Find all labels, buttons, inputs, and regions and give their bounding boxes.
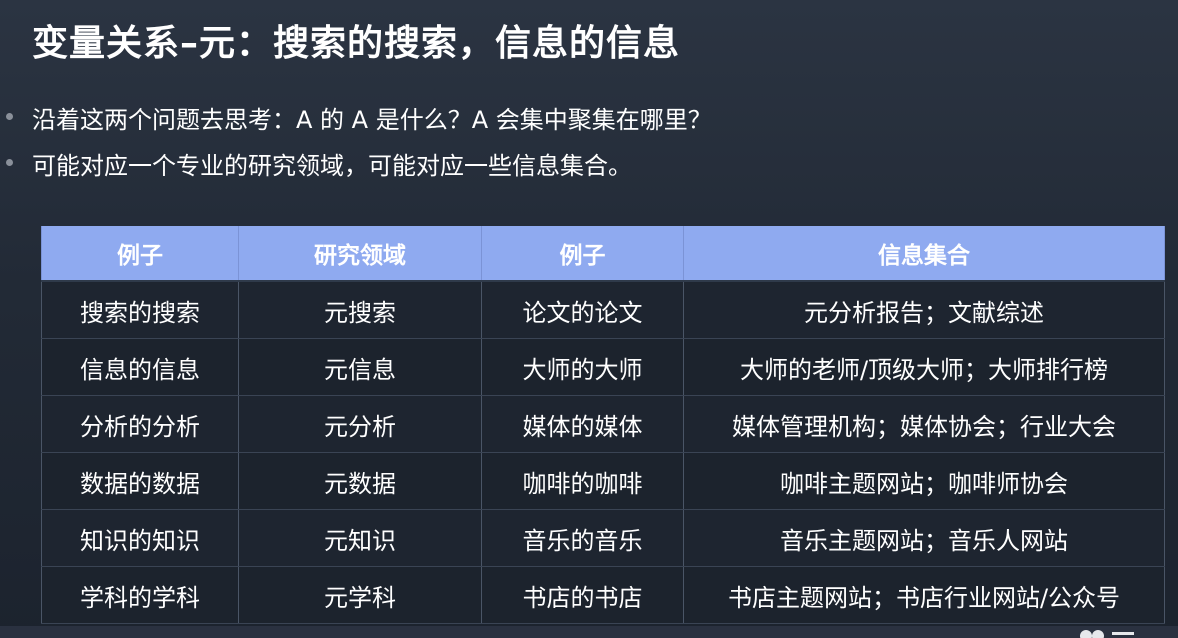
- table-row: 知识的知识 元知识 音乐的音乐 音乐主题网站；音乐人网站: [41, 509, 1165, 567]
- table-cell: 元数据: [238, 452, 482, 510]
- bullet-dot-icon: [6, 159, 13, 166]
- bullet-text: 沿着这两个问题去思考：A 的 A 是什么？A 会集中聚集在哪里？: [32, 106, 712, 134]
- bullet-text: 可能对应一个专业的研究领域，可能对应一些信息集合。: [32, 152, 632, 180]
- table-header-row: 例子 研究领域 例子 信息集合: [41, 226, 1165, 281]
- table-cell: 元搜索: [238, 280, 482, 339]
- table-cell: 元知识: [238, 509, 482, 567]
- table-cell: 音乐主题网站；音乐人网站: [683, 509, 1165, 567]
- header-example: 例子: [41, 226, 239, 281]
- table-cell: 书店的书店: [481, 566, 684, 624]
- table-cell: 知识的知识: [41, 509, 239, 567]
- header-research-field: 研究领域: [238, 226, 482, 281]
- table-cell: 咖啡主题网站；咖啡师协会: [683, 452, 1165, 510]
- examples-table: 例子 研究领域 例子 信息集合 搜索的搜索 元搜索 论文的论文 元分析报告；文献…: [41, 226, 1165, 624]
- table-cell: 大师的老师/顶级大师；大师排行榜: [683, 338, 1165, 396]
- table-cell: 元学科: [238, 566, 482, 624]
- table-cell: 搜索的搜索: [41, 280, 239, 339]
- table-cell: 学科的学科: [41, 566, 239, 624]
- table-cell: 分析的分析: [41, 395, 239, 453]
- bottom-strip: [0, 626, 1178, 638]
- slide-title: 变量关系–元：搜索的搜索，信息的信息: [32, 23, 681, 64]
- table-cell: 媒体管理机构；媒体协会；行业大会: [683, 395, 1165, 453]
- table-cell: 元分析: [238, 395, 482, 453]
- table-cell: 论文的论文: [481, 280, 684, 339]
- table-cell: 数据的数据: [41, 452, 239, 510]
- table-cell: 大师的大师: [481, 338, 684, 396]
- bullet-list: 沿着这两个问题去思考：A 的 A 是什么？A 会集中聚集在哪里？ 可能对应一个专…: [0, 100, 1178, 192]
- table-cell: 信息的信息: [41, 338, 239, 396]
- table-cell: 元分析报告；文献综述: [683, 280, 1165, 339]
- table-cell: 元信息: [238, 338, 482, 396]
- table-row: 信息的信息 元信息 大师的大师 大师的老师/顶级大师；大师排行榜: [41, 338, 1165, 396]
- bullet-dot-icon: [6, 113, 13, 120]
- table-row: 分析的分析 元分析 媒体的媒体 媒体管理机构；媒体协会；行业大会: [41, 395, 1165, 453]
- table-row: 学科的学科 元学科 书店的书店 书店主题网站；书店行业网站/公众号: [41, 566, 1165, 624]
- table-row: 数据的数据 元数据 咖啡的咖啡 咖啡主题网站；咖啡师协会: [41, 452, 1165, 510]
- table-cell: 媒体的媒体: [481, 395, 684, 453]
- bullet-item: 可能对应一个专业的研究领域，可能对应一些信息集合。: [0, 146, 1178, 192]
- bullet-item: 沿着这两个问题去思考：A 的 A 是什么？A 会集中聚集在哪里？: [0, 100, 1178, 146]
- table-cell: 音乐的音乐: [481, 509, 684, 567]
- header-info-collection: 信息集合: [683, 226, 1165, 281]
- table-row: 搜索的搜索 元搜索 论文的论文 元分析报告；文献综述: [41, 280, 1165, 339]
- table-cell: 咖啡的咖啡: [481, 452, 684, 510]
- table-cell: 书店主题网站；书店行业网站/公众号: [683, 566, 1165, 624]
- logo-icon: [1080, 630, 1134, 638]
- header-example: 例子: [481, 226, 684, 281]
